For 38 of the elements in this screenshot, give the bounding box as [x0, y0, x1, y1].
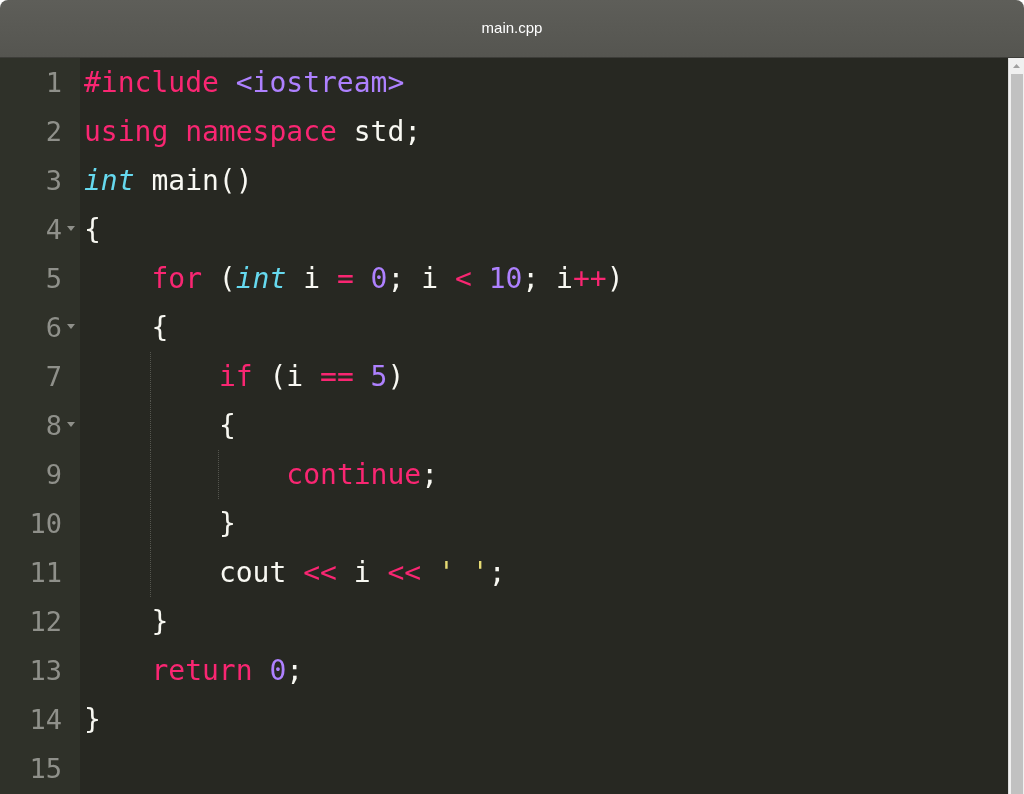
- code-line: {: [84, 215, 101, 244]
- window-title: main.cpp: [481, 18, 543, 39]
- line-number: 11: [29, 559, 62, 586]
- line-number: 13: [29, 657, 62, 684]
- code-line: {: [218, 411, 236, 440]
- line-number: 14: [29, 706, 62, 733]
- fold-triangle-icon[interactable]: [67, 226, 75, 231]
- line-number: 10: [29, 510, 62, 537]
- line-number: 6: [45, 314, 62, 341]
- line-number: 4: [45, 216, 62, 243]
- fold-triangle-icon[interactable]: [67, 422, 75, 427]
- code-line: {: [151, 313, 169, 342]
- fold-triangle-icon[interactable]: [67, 324, 75, 329]
- code-line: return 0;: [151, 656, 304, 685]
- line-number: 7: [45, 363, 62, 390]
- code-line: for (int i = 0; i < 10; i++): [151, 264, 624, 293]
- scrollbar[interactable]: [1008, 58, 1024, 794]
- code-line: #include <iostream>: [84, 68, 405, 97]
- code-line: }: [218, 509, 236, 538]
- code-editor[interactable]: #include <iostream> using namespace std; int main() { for (int i = 0; i < 10; i++) { if (i == 5) { continue; } cout << i << ' '; } return 0; }: [80, 58, 1008, 794]
- code-line: }: [151, 607, 169, 636]
- code-line: if (i == 5): [218, 362, 405, 391]
- scrollbar-thumb[interactable]: [1010, 74, 1023, 794]
- code-line: cout << i << ' ';: [218, 558, 506, 587]
- line-number: 9: [45, 461, 62, 488]
- line-number: 3: [45, 167, 62, 194]
- line-number: 2: [45, 118, 62, 145]
- indent-guide: [217, 450, 219, 499]
- line-number: 8: [45, 412, 62, 439]
- line-number: 5: [45, 265, 62, 292]
- code-line: int main(): [84, 166, 253, 195]
- line-number: 12: [29, 608, 62, 635]
- line-number: 15: [29, 755, 62, 782]
- scroll-up-arrow-icon[interactable]: [1013, 64, 1020, 68]
- code-line: continue;: [286, 460, 439, 489]
- code-line: using namespace std;: [84, 117, 422, 146]
- line-number: 1: [45, 69, 62, 96]
- code-line: }: [84, 705, 101, 734]
